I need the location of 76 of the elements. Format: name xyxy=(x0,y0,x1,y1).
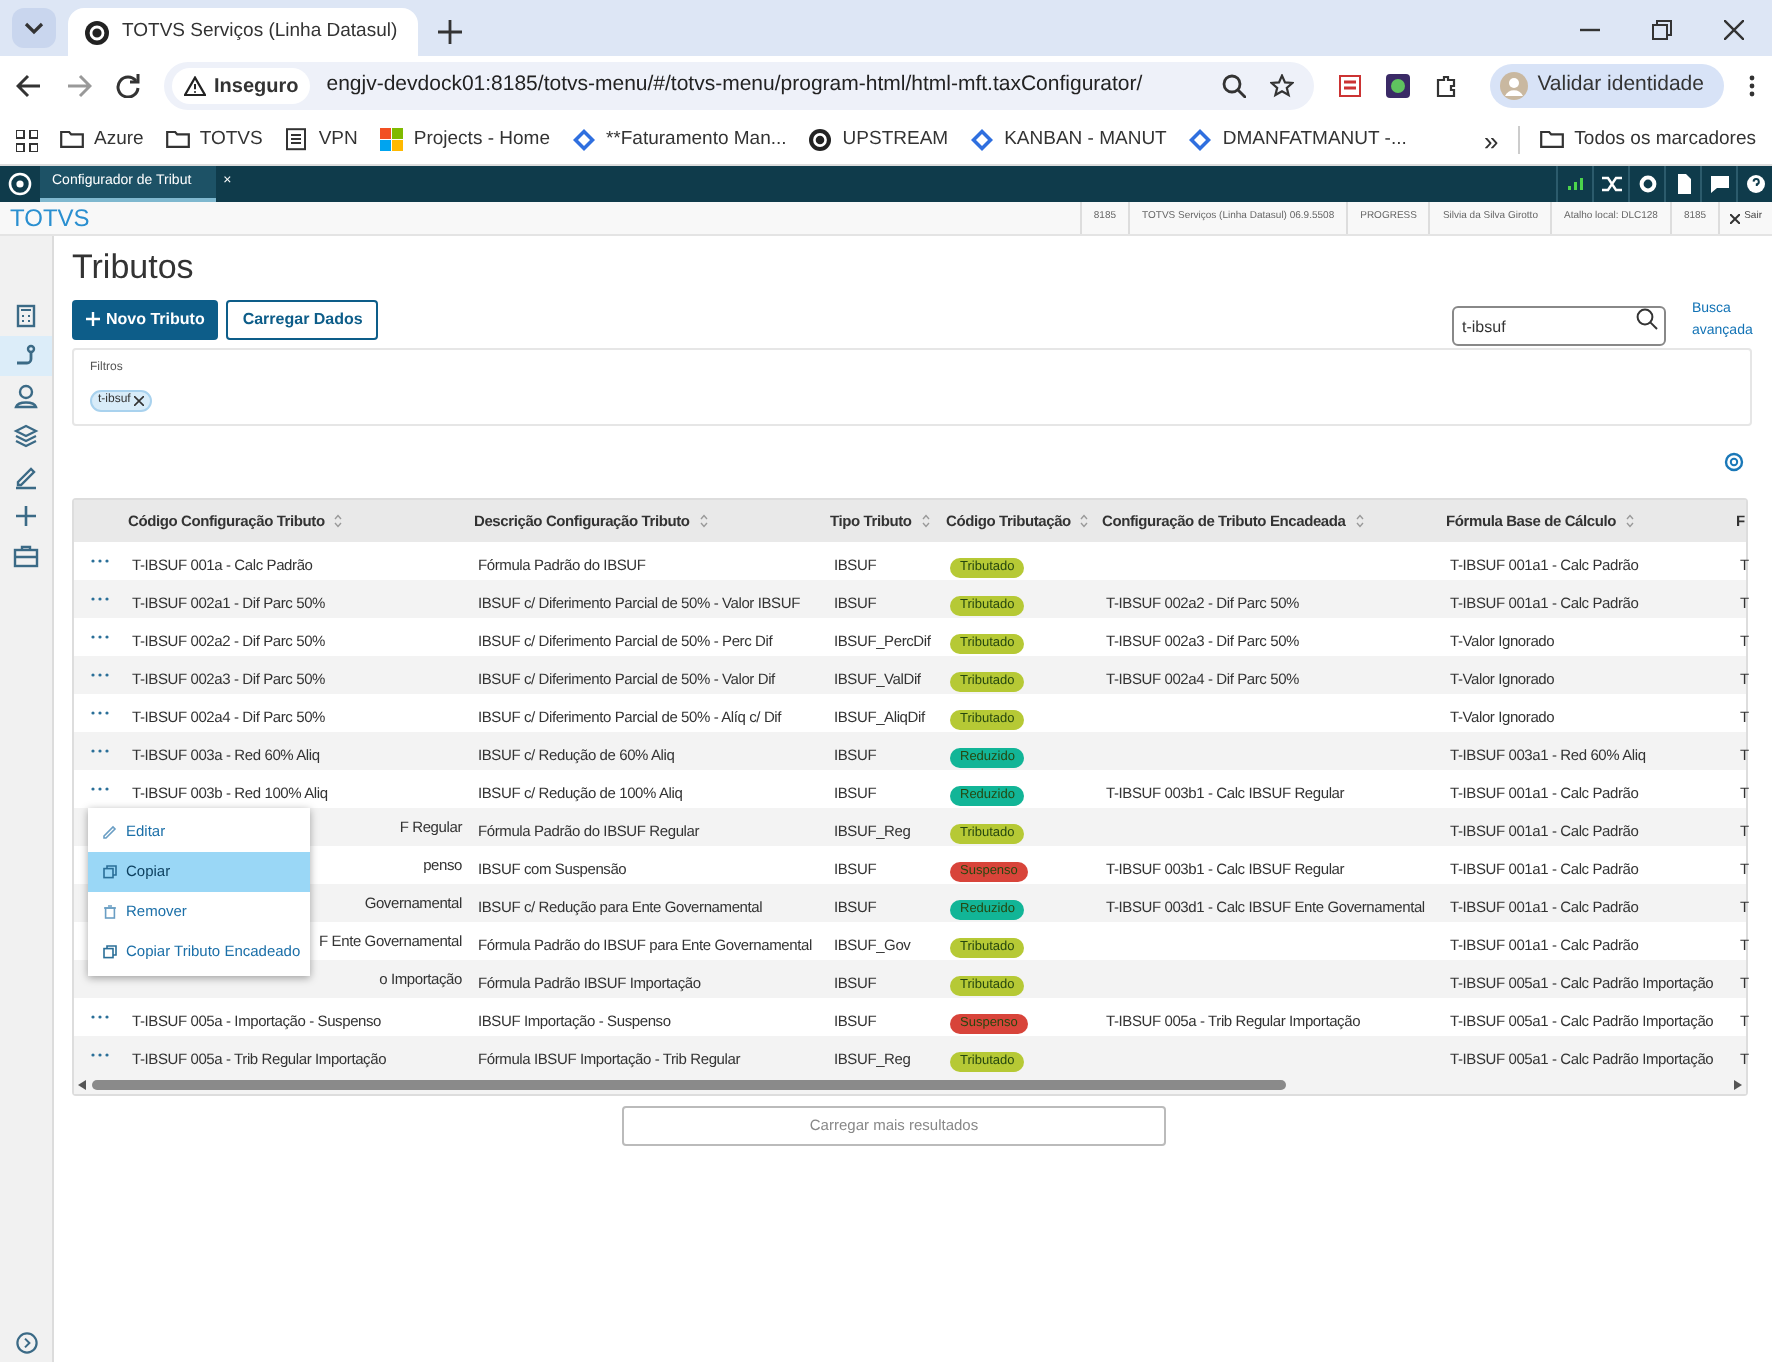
bookmark[interactable]: **Faturamento Man... xyxy=(571,125,787,155)
bookmark[interactable]: TOTVS xyxy=(165,125,263,155)
pencil-icon xyxy=(102,824,118,840)
bookmark[interactable]: VPN xyxy=(284,125,358,155)
more-icon[interactable] xyxy=(89,672,109,678)
route-icon xyxy=(12,342,40,370)
more-icon[interactable] xyxy=(89,1052,109,1058)
new-tab-icon[interactable] xyxy=(438,20,462,44)
close-icon xyxy=(1730,213,1741,223)
more-icon[interactable] xyxy=(89,558,109,564)
more-icon[interactable] xyxy=(89,748,109,754)
bookmark[interactable]: Azure xyxy=(60,125,144,155)
folder-icon xyxy=(165,128,190,152)
more-icon[interactable] xyxy=(89,634,109,640)
more-icon[interactable] xyxy=(89,786,109,792)
page-title: Tributos xyxy=(72,248,196,288)
reload-icon[interactable] xyxy=(116,74,140,98)
more-icon[interactable] xyxy=(89,1014,109,1020)
bookmark[interactable]: KANBAN - MANUT xyxy=(970,125,1167,155)
puzzle-icon[interactable] xyxy=(1433,74,1458,98)
person-icon xyxy=(12,382,40,410)
bookmark[interactable]: DMANFATMANUT -... xyxy=(1188,125,1407,155)
folder-icon xyxy=(1540,128,1565,152)
browser-tab[interactable]: TOTVS Serviços (Linha Datasul) xyxy=(68,8,418,56)
star-icon[interactable] xyxy=(1269,74,1294,98)
profile-button[interactable]: Validar identidade xyxy=(1489,64,1724,108)
briefcase-icon xyxy=(12,542,40,570)
avatar-icon xyxy=(1499,72,1528,100)
pencil-icon xyxy=(12,462,40,490)
search-field[interactable]: t-ibsuf xyxy=(1452,306,1666,346)
forward-icon[interactable] xyxy=(66,74,92,98)
tab-list-icon[interactable] xyxy=(12,8,56,48)
plus-icon xyxy=(86,312,100,326)
copy-icon xyxy=(102,944,118,960)
scroll-right-icon[interactable] xyxy=(1734,1079,1742,1089)
diamond-icon xyxy=(571,128,596,152)
more-icon[interactable] xyxy=(89,596,109,602)
circle-logo-icon xyxy=(808,128,833,152)
tiles-icon xyxy=(379,128,404,152)
diamond-icon xyxy=(1188,128,1213,152)
tab-title: TOTVS Serviços (Linha Datasul) xyxy=(122,17,398,46)
restore-icon[interactable] xyxy=(1652,20,1672,40)
zoom-icon[interactable] xyxy=(1221,74,1246,98)
copy-icon xyxy=(102,864,118,880)
search-icon[interactable] xyxy=(1636,307,1658,329)
site-logo-icon xyxy=(84,19,110,45)
close-icon[interactable] xyxy=(134,396,145,406)
bookmark[interactable]: Projects - Home xyxy=(379,125,550,155)
calculator-icon xyxy=(12,302,40,330)
expand-icon[interactable] xyxy=(15,1332,37,1354)
url-text: engjv-devdock01:8185/totvs-menu/#/totvs-menu/program-html/html-mft.taxConfigurator/ xyxy=(326,70,1143,101)
load-data-button[interactable]: Carregar Dados xyxy=(226,299,379,339)
address-bar[interactable]: Inseguro engjv-devdock01:8185/totvs-menu/#/totvs-menu/program-html/html-mft.taxConfigurator/ xyxy=(164,62,1314,110)
more-bookmarks-button[interactable]: » xyxy=(1483,127,1499,153)
layers-icon xyxy=(12,422,40,450)
logo-text: TOTVS xyxy=(8,202,92,236)
extension-icon[interactable] xyxy=(1385,74,1410,98)
sidebar-item[interactable] xyxy=(0,336,52,376)
new-button[interactable]: Novo Tributo xyxy=(72,299,219,339)
bookmark[interactable]: Todos os marcadores xyxy=(1518,125,1756,155)
back-icon[interactable] xyxy=(16,74,42,98)
warning-icon xyxy=(184,76,206,96)
folder-icon xyxy=(60,128,84,152)
scroll-left-icon[interactable] xyxy=(78,1079,86,1089)
close-icon[interactable] xyxy=(1724,20,1744,40)
apps-icon[interactable] xyxy=(16,129,38,151)
extension-icon[interactable] xyxy=(1337,74,1362,98)
plus-icon xyxy=(12,502,40,530)
bookmark[interactable]: UPSTREAM xyxy=(808,125,949,155)
security-chip[interactable]: Inseguro xyxy=(172,68,311,104)
scrollbar-thumb[interactable] xyxy=(92,1079,1287,1089)
menu-icon[interactable] xyxy=(1748,74,1756,98)
more-icon[interactable] xyxy=(89,710,109,716)
page-icon xyxy=(284,128,309,152)
diamond-icon xyxy=(970,128,995,152)
trash-icon xyxy=(102,904,118,920)
